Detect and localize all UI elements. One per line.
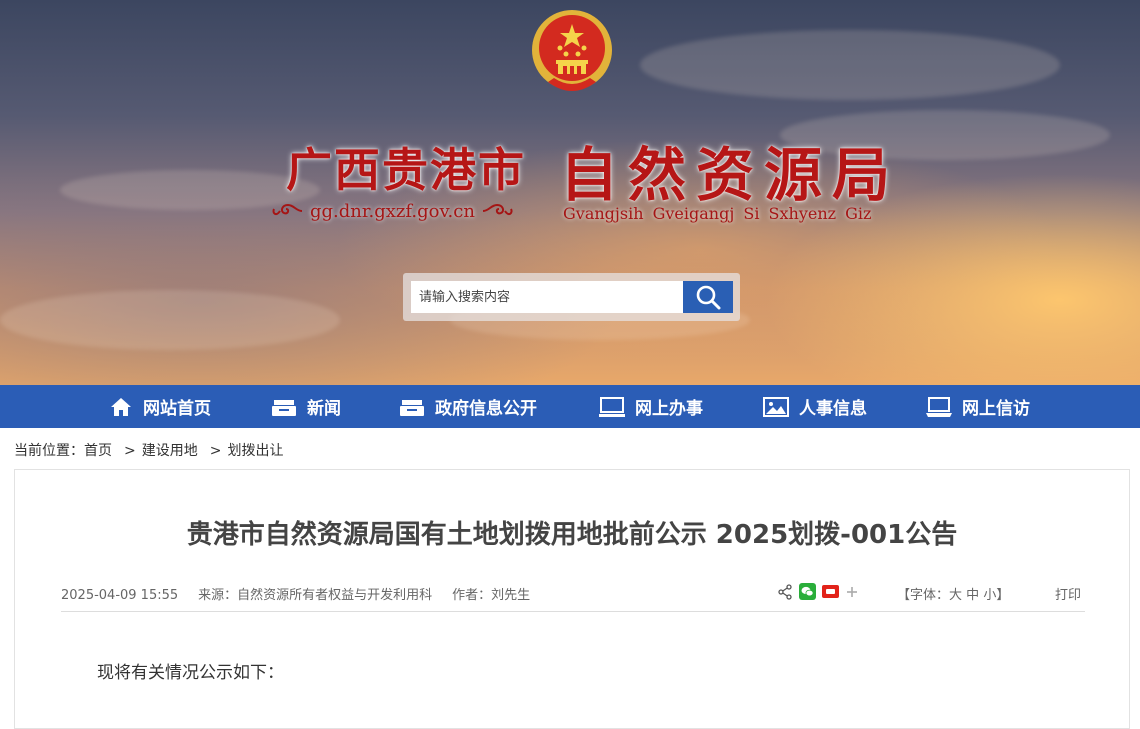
print-button[interactable]: 打印 [1055,584,1081,603]
search-icon [696,285,721,310]
domain-line: gg.dnr.gxzf.gov.cn [264,198,521,224]
site-title-city: 广西贵港市 [286,143,526,197]
info-icon [400,399,424,416]
article-meta: 2025-04-09 15:55 来源：自然资源所有者权益与开发利用科 作者：刘先生 [61,584,550,603]
nav-item-online-service[interactable]: 网上办事 [599,385,703,428]
breadcrumb: 当前位置：首页 > 建设用地 > 划拨出让 [14,440,289,460]
swirl-left-icon [272,203,303,216]
nav-item-petition[interactable]: 网上信访 [926,385,1030,428]
font-size-label: 【字体： [897,588,950,603]
font-size-control: 【字体：大 中 小】 [897,584,1009,603]
article-body: 现将有关情况公示如下： [97,663,284,683]
breadcrumb-prefix: 当前位置： [14,443,84,459]
nav-label-online-service: 网上办事 [635,399,703,419]
nav-label-home: 网站首页 [143,399,211,419]
font-size-small[interactable]: 小 [983,588,996,603]
share-icon[interactable] [777,583,793,600]
nav-label-news: 新闻 [307,399,341,419]
nav-label-petition: 网上信访 [962,399,1030,419]
header-banner: 广西贵港市 自然资源局 gg.dnr.gxzf.gov.cn Gvangjsih… [0,0,1140,385]
zhuang-subtitle: Gvangjsih Gveigangj Si Sxhyenz Giz [563,204,872,223]
main-nav: 网站首页 新闻 政府信息公开 网上办事 人事信息 网上信访 [0,385,1140,428]
image-icon [763,396,789,417]
article-title: 贵港市自然资源局国有土地划拨用地批前公示 2025划拨-001公告 [186,520,958,550]
weibo-icon[interactable] [822,583,839,600]
nav-item-info[interactable]: 政府信息公开 [399,385,537,428]
article-date: 2025-04-09 15:55 [61,588,179,603]
site-title-bureau: 自然资源局 [560,141,901,209]
search-box [403,273,740,321]
divider [61,611,1085,612]
breadcrumb-separator: > [209,443,222,459]
font-size-large[interactable]: 大 [949,588,962,603]
share-bar [777,583,865,600]
national-emblem-icon [532,10,612,91]
article-author: 作者：刘先生 [452,588,531,603]
article-source: 来源：自然资源所有者权益与开发利用科 [198,588,433,603]
nav-item-home[interactable]: 网站首页 [109,385,211,428]
nav-item-news[interactable]: 新闻 [271,385,341,428]
domain-text: gg.dnr.gxzf.gov.cn [310,200,475,222]
breadcrumb-allocation[interactable]: 划拨出让 [227,443,283,459]
swirl-right-icon [482,203,513,216]
breadcrumb-separator: > [124,443,136,459]
nav-item-personnel[interactable]: 人事信息 [763,385,867,428]
breadcrumb-construction-land[interactable]: 建设用地 [142,443,198,459]
news-icon [272,399,296,416]
font-size-label-close: 】 [996,588,1010,603]
laptop-icon [926,396,952,417]
search-input[interactable] [411,281,683,313]
search-button[interactable] [683,281,733,313]
breadcrumb-home[interactable]: 首页 [84,443,112,459]
article-container: 贵港市自然资源局国有土地划拨用地批前公示 2025划拨-001公告 2025-0… [14,469,1130,729]
nav-label-personnel: 人事信息 [799,399,867,419]
wechat-icon[interactable] [799,583,816,600]
font-size-medium[interactable]: 中 [966,588,979,603]
nav-label-info: 政府信息公开 [435,399,537,419]
home-icon [111,397,131,416]
monitor-icon [599,396,625,417]
more-share-icon[interactable] [845,585,859,599]
